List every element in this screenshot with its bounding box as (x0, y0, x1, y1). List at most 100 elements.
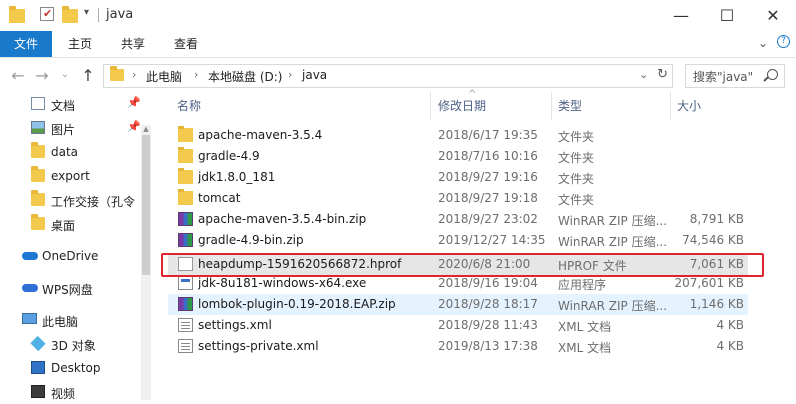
file-icon (178, 257, 193, 271)
file-modified: 2019/8/13 17:38 (438, 339, 538, 353)
close-button[interactable]: ✕ (750, 0, 796, 31)
help-icon[interactable]: ? (777, 35, 790, 48)
properties-icon[interactable]: ✔ (40, 7, 54, 21)
sidebar-item-label: OneDrive (42, 249, 99, 263)
file-modified: 2018/9/16 19:04 (438, 276, 538, 290)
column-divider[interactable] (430, 92, 431, 120)
file-name: apache-maven-3.5.4-bin.zip (198, 212, 367, 226)
file-name: gradle-4.9-bin.zip (198, 233, 304, 247)
chevron-right-icon[interactable]: › (132, 68, 136, 81)
sidebar-item-videos[interactable]: 视频 (0, 380, 153, 404)
folder-icon (178, 189, 193, 205)
title-bar: ✔ ▾ java — ☐ ✕ (0, 0, 796, 31)
file-name: lombok-plugin-0.19-2018.EAP.zip (198, 297, 396, 311)
picture-icon (31, 121, 45, 134)
winrar-zip-icon (178, 212, 193, 226)
sidebar-item-this-pc[interactable]: 此电脑 (0, 308, 153, 332)
list-item[interactable]: apache-maven-3.5.4-bin.zip 2018/9/27 23:… (168, 209, 748, 230)
address-bar[interactable]: › 此电脑 › 本地磁盘 (D:) › java ⌄ ↻ (103, 64, 673, 88)
minimize-button[interactable]: — (658, 0, 704, 31)
breadcrumb-java[interactable]: java (302, 68, 327, 82)
pin-icon[interactable]: 📌 (127, 96, 141, 109)
sidebar-item-desktop[interactable]: Desktop (0, 356, 153, 380)
new-folder-icon[interactable] (62, 6, 78, 23)
folder-icon (31, 166, 45, 182)
sidebar-item-label: 工作交接（孔令 (51, 195, 136, 209)
sidebar-item-desktop-cn[interactable]: 桌面 (0, 212, 153, 236)
sidebar-item-data[interactable]: data (0, 140, 153, 164)
file-size: 207,601 KB (674, 276, 744, 290)
recent-locations-icon[interactable]: ⌄ (55, 69, 75, 80)
up-button[interactable]: ↑ (78, 66, 98, 85)
tab-file[interactable]: 文件 (0, 31, 52, 57)
ribbon-tabs: 文件 主页 共享 查看 ⌄ ? (0, 31, 796, 58)
list-item[interactable]: settings-private.xml 2019/8/13 17:38 XML… (168, 336, 748, 357)
list-item-selected[interactable]: heapdump-1591620566872.hprof 2020/6/8 21… (168, 254, 748, 275)
cube-icon (30, 335, 46, 352)
sidebar-item-handover[interactable]: 工作交接（孔令 (0, 188, 153, 212)
list-item-hovered[interactable]: lombok-plugin-0.19-2018.EAP.zip 2018/9/2… (168, 294, 748, 315)
list-item[interactable]: jdk-8u181-windows-x64.exe 2018/9/16 19:0… (168, 273, 748, 294)
column-header-name[interactable]: 名称 (177, 92, 201, 120)
desktop-icon (31, 361, 45, 374)
sidebar-item-label: 3D 对象 (51, 339, 96, 353)
sidebar-item-documents[interactable]: 文档 📌 (0, 92, 153, 116)
pin-icon[interactable]: 📌 (127, 120, 141, 133)
maximize-button[interactable]: ☐ (704, 0, 750, 31)
folder-icon (178, 147, 193, 163)
list-item[interactable]: gradle-4.9-bin.zip 2019/12/27 14:35 WinR… (168, 230, 748, 251)
sidebar-item-onedrive[interactable]: OneDrive (0, 244, 153, 268)
file-modified: 2018/9/27 23:02 (438, 212, 538, 226)
file-type: 文件夹 (558, 151, 595, 165)
column-header-type[interactable]: 类型 (558, 92, 582, 120)
column-divider[interactable] (670, 92, 671, 120)
file-modified: 2018/9/28 11:43 (438, 318, 538, 332)
file-size: 8,791 KB (689, 212, 744, 226)
column-header-modified[interactable]: 修改日期 (438, 92, 486, 120)
tab-view[interactable]: 查看 (166, 31, 206, 57)
sidebar-item-3d-objects[interactable]: 3D 对象 (0, 332, 153, 356)
file-modified: 2018/9/27 19:16 (438, 170, 538, 184)
file-modified: 2018/6/17 19:35 (438, 128, 538, 142)
expand-ribbon-icon[interactable]: ⌄ (758, 36, 768, 50)
scrollbar-thumb[interactable] (142, 135, 150, 275)
search-input[interactable]: 搜索"java" (693, 68, 753, 85)
list-item[interactable]: jdk1.8.0_181 2018/9/27 19:16 文件夹 (168, 167, 748, 188)
sidebar-item-export[interactable]: export (0, 164, 153, 188)
list-item[interactable]: settings.xml 2018/9/28 11:43 XML 文档 4 KB (168, 315, 748, 336)
sidebar-item-wps-drive[interactable]: WPS网盘 (0, 276, 153, 300)
tab-home[interactable]: 主页 (60, 31, 100, 57)
scroll-up-icon[interactable]: ▲ (141, 125, 151, 135)
list-item[interactable]: apache-maven-3.5.4 2018/6/17 19:35 文件夹 (168, 125, 748, 146)
file-type: HPROF 文件 (558, 259, 627, 273)
tab-share[interactable]: 共享 (113, 31, 153, 57)
search-icon[interactable] (767, 69, 778, 80)
file-name: gradle-4.9 (198, 149, 260, 163)
file-name: settings-private.xml (198, 339, 319, 353)
forward-button[interactable]: → (32, 66, 52, 85)
navigation-pane: 文档 📌 图片 📌 data export 工作交接（孔令 桌面 OneDriv… (0, 92, 153, 401)
folder-icon (178, 126, 193, 142)
quick-access-dropdown-icon[interactable]: ▾ (84, 7, 89, 18)
breadcrumb-this-pc[interactable]: 此电脑 (146, 68, 182, 85)
file-modified: 2019/12/27 14:35 (438, 233, 546, 247)
column-header-size[interactable]: 大小 (677, 92, 701, 120)
file-type: WinRAR ZIP 压缩... (558, 214, 668, 228)
back-button[interactable]: ← (8, 66, 28, 85)
breadcrumb-local-disk[interactable]: 本地磁盘 (D:) (208, 68, 282, 85)
file-size: 74,546 KB (682, 233, 744, 247)
search-box[interactable]: 搜索"java" (685, 64, 785, 88)
refresh-icon[interactable]: ↻ (657, 67, 668, 82)
address-dropdown-icon[interactable]: ⌄ (639, 68, 648, 81)
column-divider[interactable] (551, 92, 552, 120)
list-item[interactable]: tomcat 2018/9/27 19:18 文件夹 (168, 188, 748, 209)
folder-icon (110, 66, 124, 81)
title-separator (98, 8, 99, 22)
sidebar-item-pictures[interactable]: 图片 📌 (0, 116, 153, 140)
list-item[interactable]: gradle-4.9 2018/7/16 10:16 文件夹 (168, 146, 748, 167)
chevron-right-icon[interactable]: › (194, 68, 198, 81)
chevron-right-icon[interactable]: › (288, 68, 292, 81)
sidebar-scrollbar[interactable]: ▲ (141, 125, 151, 400)
file-modified: 2018/9/27 19:18 (438, 191, 538, 205)
folder-icon (178, 168, 193, 184)
